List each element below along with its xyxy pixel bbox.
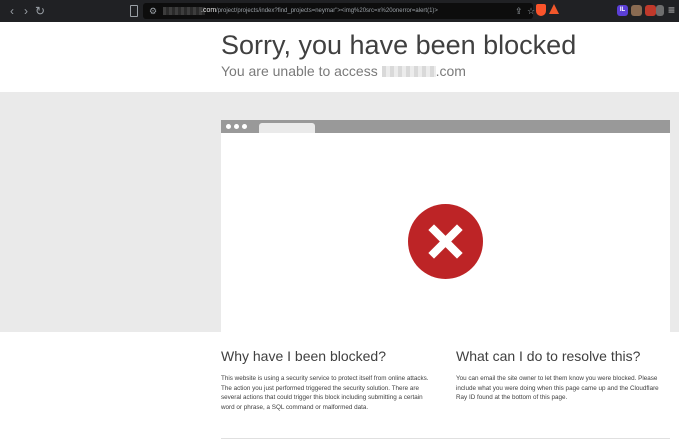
reload-icon[interactable]: ↻ (34, 4, 46, 18)
forward-icon[interactable]: › (20, 4, 32, 18)
window-dot (242, 124, 247, 129)
url-path: /project/projects/index?find_projects=ne… (216, 8, 438, 14)
brave-shield-icon[interactable] (536, 4, 546, 16)
extension-icon[interactable] (631, 5, 642, 16)
brave-rewards-icon[interactable] (549, 4, 559, 14)
extension-icon[interactable] (656, 5, 664, 16)
url-domain: .com (201, 7, 217, 14)
extension-icon[interactable] (645, 5, 656, 16)
illustration-window (221, 133, 670, 332)
window-dot (226, 124, 231, 129)
footer-divider (221, 438, 670, 439)
subtitle-prefix: You are unable to access (221, 63, 378, 79)
blocked-x-icon (408, 204, 483, 279)
page-header: Sorry, you have been blocked You are una… (0, 22, 679, 92)
back-icon[interactable]: ‹ (6, 4, 18, 18)
browser-toolbar: ‹ › ↻ ⚙ .com /project/projects/index?fin… (0, 0, 679, 22)
redacted-site-name (381, 66, 436, 77)
resolve-text: You can email the site owner to let them… (456, 375, 659, 402)
illustration-window-bar (221, 120, 670, 133)
why-blocked-text: This website is using a security service… (221, 375, 429, 411)
page-title: Sorry, you have been blocked (221, 30, 577, 60)
page-subtitle: You are unable to access .com (221, 62, 466, 80)
window-dot (234, 124, 239, 129)
illustration-tab (259, 123, 315, 133)
redacted-domain (163, 7, 205, 15)
bookmark-icon[interactable] (130, 5, 138, 17)
why-blocked-heading: Why have I been blocked? (221, 348, 386, 364)
bookmark-star-icon[interactable]: ☆ (527, 5, 535, 17)
site-settings-icon[interactable]: ⚙ (149, 5, 157, 17)
extension-icon[interactable]: IL (617, 5, 628, 16)
share-icon[interactable]: ⇪ (515, 5, 523, 17)
address-bar[interactable]: ⚙ .com /project/projects/index?find_proj… (143, 3, 535, 19)
subtitle-suffix: .com (435, 63, 466, 79)
blocked-x-icon-svg (428, 224, 463, 259)
menu-icon[interactable]: ≡ (668, 3, 675, 17)
resolve-heading: What can I do to resolve this? (456, 348, 641, 364)
